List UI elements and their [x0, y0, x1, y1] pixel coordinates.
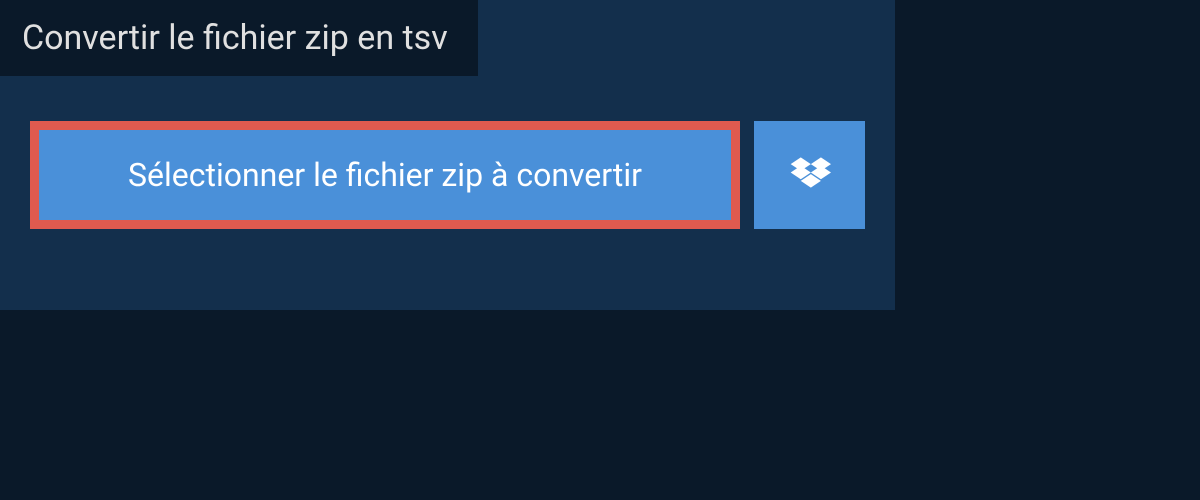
- select-file-button[interactable]: Sélectionner le fichier zip à convertir: [30, 121, 740, 229]
- converter-panel: Convertir le fichier zip en tsv Sélectio…: [0, 0, 895, 310]
- select-file-label: Sélectionner le fichier zip à convertir: [128, 156, 642, 194]
- dropbox-button[interactable]: [754, 121, 865, 229]
- tab-header: Convertir le fichier zip en tsv: [0, 0, 478, 76]
- page-title: Convertir le fichier zip en tsv: [22, 18, 448, 58]
- dropbox-icon: [789, 154, 831, 196]
- button-row: Sélectionner le fichier zip à convertir: [0, 76, 895, 259]
